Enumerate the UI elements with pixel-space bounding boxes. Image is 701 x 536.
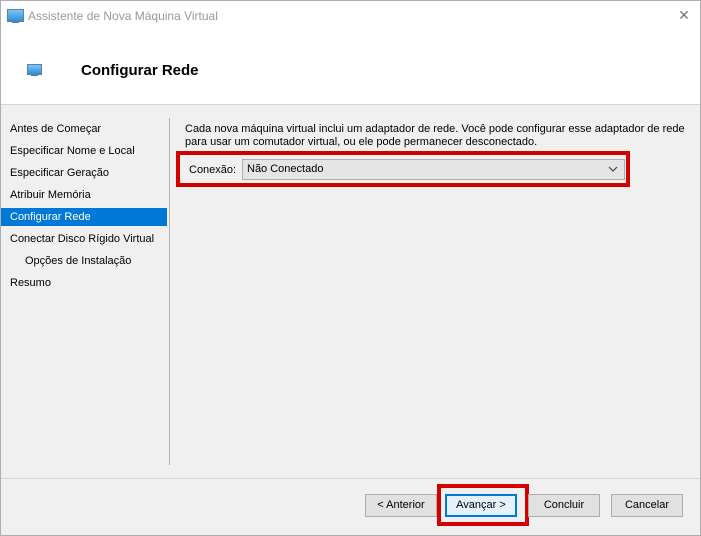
chevron-down-icon [608,166,618,172]
connection-dropdown[interactable]: Não Conectado [242,159,625,180]
connection-label: Conexão: [189,164,237,176]
sidebar-divider [169,118,170,465]
wizard-window: Assistente de Nova Máquina Virtual ✕ Con… [0,0,701,536]
sidebar-item-especificar-nome[interactable]: Especificar Nome e Local [1,142,167,160]
sidebar-item-conectar-disco[interactable]: Conectar Disco Rígido Virtual [1,230,167,248]
window-title: Assistente de Nova Máquina Virtual [28,9,218,23]
sidebar-item-resumo[interactable]: Resumo [1,274,167,292]
sidebar-item-atribuir-memoria[interactable]: Atribuir Memória [1,186,167,204]
virtual-machine-icon [27,64,42,76]
cancel-button[interactable]: Cancelar [611,494,683,517]
next-button[interactable]: Avançar > [445,494,517,517]
close-icon[interactable]: ✕ [674,6,694,26]
footer-separator [1,478,700,479]
connection-highlight: Conexão: Não Conectado [176,151,630,187]
page-header: Configurar Rede [1,32,700,105]
previous-button[interactable]: < Anterior [365,494,437,517]
sidebar-item-antes-de-comecar[interactable]: Antes de Começar [1,120,167,138]
finish-button[interactable]: Concluir [528,494,600,517]
sidebar-item-configurar-rede[interactable]: Configurar Rede [1,208,167,226]
title-bar: Assistente de Nova Máquina Virtual ✕ [1,1,700,32]
wizard-steps-sidebar: Antes de Começar Especificar Nome e Loca… [1,118,169,465]
virtual-machine-icon [7,9,24,23]
description-line-2: para usar um comutador virtual, ou ele p… [185,136,538,148]
sidebar-item-opcoes-instalacao[interactable]: Opções de Instalação [1,252,167,270]
content-area: Cada nova máquina virtual inclui um adap… [185,123,691,149]
description-text: Cada nova máquina virtual inclui um adap… [185,123,685,149]
sidebar-item-especificar-geracao[interactable]: Especificar Geração [1,164,167,182]
page-title: Configurar Rede [81,62,199,79]
description-line-1: Cada nova máquina virtual inclui um adap… [185,123,685,135]
connection-dropdown-value: Não Conectado [247,163,324,175]
